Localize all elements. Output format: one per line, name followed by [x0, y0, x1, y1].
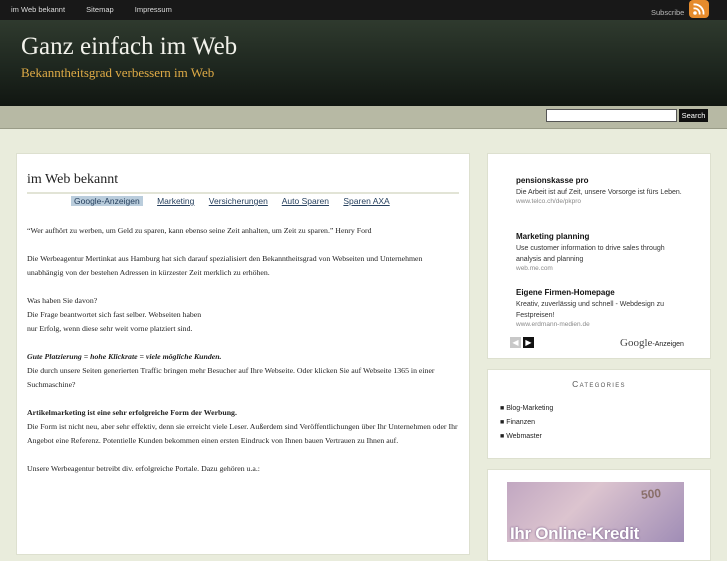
main-content: im Web bekannt Google-Anzeigen Marketing…: [16, 153, 470, 555]
site-description: Bekanntheitsgrad verbessern im Web: [21, 65, 215, 80]
category-item-finanzen[interactable]: ■ Finanzen: [500, 416, 553, 430]
google-ads-brand: Google: [620, 337, 653, 349]
paragraph-portale: Unsere Werbeagentur betreibt div. erfolg…: [27, 464, 260, 473]
section-heading: Artikelmarketing ist eine sehr erfolgrei…: [27, 408, 237, 417]
topnav-item-im-web-bekannt[interactable]: im Web bekannt: [11, 5, 65, 14]
category-label: Blog-Marketing: [506, 405, 554, 412]
sidebar-ad[interactable]: pensionskasse pro Die Arbeit ist auf Zei…: [516, 176, 682, 205]
search-input[interactable]: [546, 109, 677, 122]
ad-description: Kreativ, zuverlässig und schnell - Webde…: [516, 301, 664, 319]
ad-url[interactable]: www.telco.ch/de/pkpro: [516, 198, 682, 205]
online-kredit-banner[interactable]: 500 Ihr Online-Kredit: [507, 482, 684, 542]
ad-links: Google-Anzeigen Marketing Versicherungen…: [71, 196, 402, 206]
ad-title[interactable]: Marketing planning: [516, 232, 682, 241]
answer-start: Die Frage beantwortet sich fast selber. …: [27, 310, 202, 319]
subscribe-link[interactable]: Subscribe: [651, 8, 684, 17]
categories-widget: Categories ■ Blog-Marketing ■ Finanzen ■…: [487, 369, 711, 459]
arrow-left-icon[interactable]: ◀: [510, 337, 521, 348]
banner-widget: 500 Ihr Online-Kredit: [487, 469, 711, 561]
rss-icon[interactable]: [689, 0, 709, 18]
top-bar: im Web bekannt Sitemap Impressum Subscri…: [0, 0, 727, 20]
ad-url[interactable]: web.me.com: [516, 265, 682, 272]
sidebar-ad[interactable]: Marketing planning Use customer informat…: [516, 232, 682, 272]
category-label: Finanzen: [506, 419, 535, 426]
ad-description: Die Arbeit ist auf Zeit, unsere Vorsorge…: [516, 189, 682, 196]
category-item-blog-marketing[interactable]: ■ Blog-Marketing: [500, 402, 553, 416]
banknote-value: 500: [640, 485, 662, 503]
paragraph-traffic: Die durch unsere Seiten generierten Traf…: [27, 366, 435, 389]
google-ads-suffix: -Anzeigen: [652, 341, 684, 348]
search-button[interactable]: Search: [679, 109, 708, 122]
article-body: “Wer aufhört zu werben, um Geld zu spare…: [27, 224, 459, 476]
ad-link-auto-sparen[interactable]: Auto Sparen: [282, 196, 329, 206]
paragraph-artikelmarketing: Die Form ist nicht neu, aber sehr effekt…: [27, 422, 458, 445]
emphasis-line: Gute Platzierung = hohe Klickrate = viel…: [27, 352, 222, 361]
ad-link-marketing[interactable]: Marketing: [157, 196, 194, 206]
ad-link-versicherungen[interactable]: Versicherungen: [209, 196, 268, 206]
topnav-item-impressum[interactable]: Impressum: [135, 5, 172, 14]
ad-link-google-anzeigen[interactable]: Google-Anzeigen: [71, 196, 143, 206]
category-label: Webmaster: [506, 433, 542, 440]
ad-title[interactable]: Eigene Firmen-Homepage: [516, 288, 682, 297]
question: Was haben Sie davon?: [27, 296, 98, 305]
page-title: im Web bekannt: [27, 172, 459, 194]
ad-url[interactable]: www.erdmann-medien.de: [516, 321, 682, 328]
arrow-right-icon[interactable]: ▶: [523, 337, 534, 348]
category-list: ■ Blog-Marketing ■ Finanzen ■ Webmaster: [500, 402, 553, 444]
paragraph-intro: Die Werbeagentur Mertinkat aus Hamburg h…: [27, 254, 423, 277]
quote: “Wer aufhört zu werben, um Geld zu spare…: [27, 226, 372, 235]
ad-link-sparen-axa[interactable]: Sparen AXA: [343, 196, 389, 206]
site-title[interactable]: Ganz einfach im Web: [21, 33, 237, 61]
search-bar: Search: [0, 106, 727, 129]
sidebar-ads: pensionskasse pro Die Arbeit ist auf Zei…: [487, 153, 711, 359]
banner-text: Ihr Online-Kredit: [510, 524, 640, 542]
category-item-webmaster[interactable]: ■ Webmaster: [500, 430, 553, 444]
ad-description: Use customer information to drive sales …: [516, 245, 665, 263]
topnav-item-sitemap[interactable]: Sitemap: [86, 5, 114, 14]
sidebar-ad[interactable]: Eigene Firmen-Homepage Kreativ, zuverläs…: [516, 288, 682, 328]
categories-title: Categories: [572, 379, 626, 389]
google-ads-label[interactable]: Google-Anzeigen: [620, 337, 684, 349]
answer-end: nur Erfolg, wenn diese sehr weit vorne p…: [27, 324, 193, 333]
site-header: Ganz einfach im Web Bekanntheitsgrad ver…: [0, 20, 727, 106]
top-nav: im Web bekannt Sitemap Impressum: [11, 5, 191, 14]
ad-title[interactable]: pensionskasse pro: [516, 176, 682, 185]
